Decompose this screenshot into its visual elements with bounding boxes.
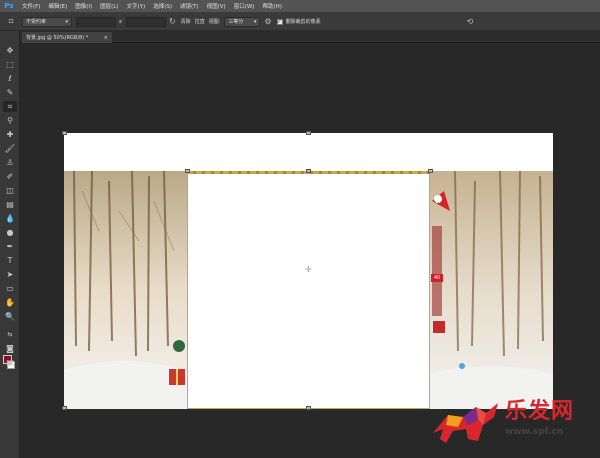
right-image-panel: 40 [430,171,553,409]
menu-file[interactable]: 文件(F) [18,2,44,10]
canvas-handle-bottom-left[interactable] [62,406,67,410]
blur-tool-icon[interactable]: 💧 [3,213,17,224]
menu-bar: Ps 文件(F) 编辑(E) 图像(I) 图层(L) 文字(Y) 选择(S) 滤… [0,0,600,13]
chevron-down-icon: ▾ [253,18,257,25]
ratio-select[interactable]: 不受约束 ▾ [22,16,72,27]
left-image-panel [64,171,187,409]
swap-icon[interactable]: x [119,19,122,25]
menu-select[interactable]: 选择(S) [149,2,176,10]
delete-pixels-checkbox[interactable]: ✓ [276,18,283,25]
tools-panel: ✥ ⬚ ℓ ✎ ⌗ ⚲ ✚ 🖌 ♙ ✐ ◫ ▤ 💧 ● ✒ T ➤ ▭ ✋ 🔍 … [0,31,20,458]
clear-button[interactable]: 清除 [181,18,191,25]
options-bar: ⌗ 不受约束 ▾ x ↻ 清除 拉直 视图: 三等分 ▾ ⚙ ✓ 删除裁剪的像素… [0,13,600,31]
crop-handle-top[interactable] [306,169,311,173]
screen-mode-icon[interactable]: ▣ [3,357,17,368]
pen-tool-icon[interactable]: ✒ [3,241,17,252]
crop-handle-top-right[interactable] [428,169,433,173]
brush-tool-icon[interactable]: 🖌 [3,143,17,154]
shape-tool-icon[interactable]: ▭ [3,283,17,294]
view-label: 视图: [208,19,221,25]
close-icon[interactable]: × [104,35,108,41]
type-tool-icon[interactable]: T [3,255,17,266]
canvas-handle-top-left[interactable] [62,131,67,135]
menu-layer[interactable]: 图层(L) [96,2,122,10]
width-input[interactable] [76,16,116,27]
crop-tool-icon[interactable]: ⌗ [3,101,17,112]
lasso-tool-icon[interactable]: ℓ [3,73,17,84]
gear-icon[interactable]: ⚙ [264,17,271,26]
photoshop-logo: Ps [4,2,14,10]
zoom-tool-icon[interactable]: 🔍 [3,311,17,322]
ratio-select-value: 不受约束 [26,19,47,25]
watermark-bull-logo [433,403,498,443]
path-select-icon[interactable]: ➤ [3,269,17,280]
menu-edit[interactable]: 编辑(E) [44,2,71,10]
document-tab[interactable]: 背景.jpg @ 50%(RGB/8) * × [22,32,112,43]
delete-pixels-label: 删除裁剪的像素 [285,19,321,25]
gradient-tool-icon[interactable]: ▤ [3,199,17,210]
rotate-icon[interactable]: ↻ [169,17,176,26]
watermark-text: 乐发网 [505,398,575,424]
document-tab-title: 背景.jpg @ 50%(RGB/8) * [26,35,89,41]
swap-colors-icon[interactable]: ⇆ [3,329,17,340]
crop-tool-preset-icon[interactable]: ⌗ [0,13,22,31]
move-tool-icon[interactable]: ✥ [3,45,17,56]
chevron-down-icon: ▾ [65,18,68,25]
crop-handle-top-left[interactable] [185,169,190,173]
menu-filter[interactable]: 滤镜(T) [176,2,203,10]
menu-view[interactable]: 视图(V) [203,2,230,10]
menu-image[interactable]: 图像(I) [71,2,96,10]
crop-area[interactable] [187,171,430,409]
history-brush-icon[interactable]: ✐ [3,171,17,182]
quick-select-tool-icon[interactable]: ✎ [3,87,17,98]
eraser-tool-icon[interactable]: ◫ [3,185,17,196]
crop-handle-bottom[interactable] [306,406,311,410]
menu-help[interactable]: 帮助(H) [258,2,285,10]
crop-center-crosshair-icon: ✛ [305,265,312,274]
height-input[interactable] [125,16,166,27]
hand-tool-icon[interactable]: ✋ [3,297,17,308]
canvas-handle-top[interactable] [306,131,311,135]
reset-icon[interactable]: ⟲ [467,17,474,26]
view-select[interactable]: 三等分 ▾ [224,16,261,27]
document-tab-bar: 背景.jpg @ 50%(RGB/8) * × [20,31,600,43]
view-select-value: 三等分 [228,19,244,25]
menu-type[interactable]: 文字(Y) [123,2,150,10]
stamp-tool-icon[interactable]: ♙ [3,157,17,168]
quick-mask-icon[interactable]: ◙ [3,343,17,354]
healing-tool-icon[interactable]: ✚ [3,129,17,140]
marquee-tool-icon[interactable]: ⬚ [3,59,17,70]
eyedropper-tool-icon[interactable]: ⚲ [3,115,17,126]
badge-40: 40 [431,274,443,282]
straighten-button[interactable]: 拉直 [195,18,205,25]
dodge-tool-icon[interactable]: ● [3,227,17,238]
watermark-url: www.spf.cn [505,427,564,437]
menu-window[interactable]: 窗口(W) [230,2,259,10]
